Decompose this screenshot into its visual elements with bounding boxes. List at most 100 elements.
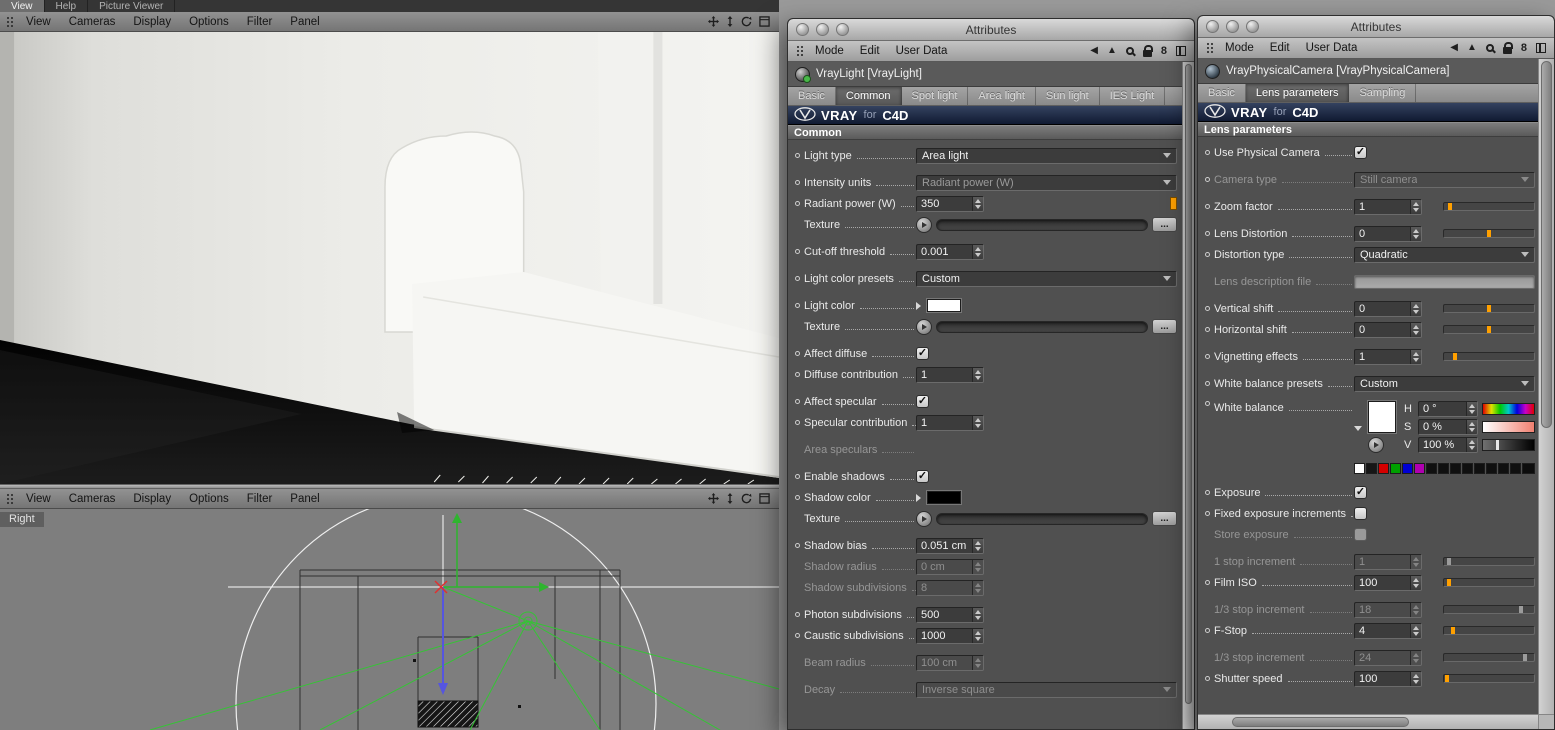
drag-handle-icon[interactable] [1206, 42, 1214, 54]
keyframe-dot[interactable] [1205, 204, 1210, 209]
dropdown-intensity-units[interactable]: Radiant power (W) [916, 174, 1177, 191]
slider-horizontal-shift[interactable] [1443, 325, 1535, 334]
checkbox-exposure[interactable]: ✓ [1354, 486, 1367, 499]
checkbox-store-exposure[interactable] [1354, 528, 1367, 541]
slider-collapsed-handle[interactable] [1170, 197, 1177, 210]
gradient-grad-h[interactable] [1482, 403, 1535, 415]
layout-tab-view[interactable]: View [0, 0, 45, 12]
spinner-arrows-icon[interactable] [972, 655, 983, 670]
palette-swatch[interactable] [1438, 463, 1449, 474]
dropdown-white-balance-presets[interactable]: Custom [1354, 375, 1535, 392]
layout-tab-picture-viewer[interactable]: Picture Viewer [88, 0, 176, 12]
field-shadow-bias[interactable]: 0.051 cm [916, 537, 984, 554]
white-balance-swatch[interactable] [1368, 401, 1396, 433]
zoom-button[interactable] [1246, 20, 1259, 33]
palette-swatch[interactable] [1390, 463, 1401, 474]
toggle-view-icon[interactable] [759, 16, 770, 27]
spinner-arrows-icon[interactable] [1466, 402, 1477, 416]
slider-vertical-shift[interactable] [1443, 304, 1535, 313]
pan-icon[interactable] [708, 16, 719, 27]
keyframe-dot[interactable] [1205, 231, 1210, 236]
field-radiant-power-w[interactable]: 350 [916, 195, 984, 212]
texture-field[interactable] [936, 320, 1148, 333]
lock-icon[interactable] [1502, 41, 1513, 54]
object-row[interactable]: VrayPhysicalCamera [VrayPhysicalCamera] [1198, 59, 1554, 84]
spinner-arrows-icon[interactable] [972, 244, 983, 259]
field-caustic-subdivisions[interactable]: 1000 [916, 627, 984, 644]
search-icon[interactable] [1125, 47, 1134, 55]
dropdown-decay[interactable]: Inverse square [916, 681, 1177, 698]
keyframe-dot[interactable] [795, 153, 800, 158]
slider-shutter-speed[interactable] [1443, 674, 1535, 683]
field-photon-subdivisions[interactable]: 500 [916, 606, 984, 623]
slider-handle[interactable] [1487, 326, 1491, 333]
texture-button[interactable] [916, 510, 932, 527]
palette-swatch[interactable] [1414, 463, 1425, 474]
spinner-arrows-icon[interactable] [972, 559, 983, 574]
browse-button[interactable]: ... [1152, 511, 1177, 526]
field-lens-distortion[interactable]: 0 [1354, 225, 1422, 242]
spinner-arrows-icon[interactable] [1410, 226, 1421, 241]
palette-swatch[interactable] [1426, 463, 1437, 474]
layout-icon[interactable] [1536, 43, 1546, 53]
back-icon[interactable]: ◀ [1450, 43, 1458, 53]
tab-spot-light[interactable]: Spot light [902, 87, 969, 105]
dropdown-camera-type[interactable]: Still camera [1354, 171, 1535, 188]
field-f-stop[interactable]: 4 [1354, 622, 1422, 639]
palette-swatch[interactable] [1474, 463, 1485, 474]
texture-field[interactable] [936, 218, 1148, 231]
spinner-arrows-icon[interactable] [1410, 602, 1421, 617]
scrollbar-vertical[interactable] [1182, 62, 1194, 729]
scrollbar-thumb[interactable] [1185, 64, 1192, 705]
field-horizontal-shift[interactable]: 0 [1354, 321, 1422, 338]
field-diffuse-contribution[interactable]: 1 [916, 366, 984, 383]
slider-handle[interactable] [1523, 654, 1527, 661]
keyframe-dot[interactable] [1205, 306, 1210, 311]
dropdown-light-type[interactable]: Area light [916, 147, 1177, 164]
texture-button[interactable] [1368, 437, 1384, 453]
tab-sun-light[interactable]: Sun light [1036, 87, 1100, 105]
pointer-icon[interactable]: ▲ [1107, 46, 1117, 56]
browse-button[interactable]: ... [1152, 217, 1177, 232]
slider-zoom-factor[interactable] [1443, 202, 1535, 211]
browse-button[interactable]: ... [1152, 319, 1177, 334]
zoom-button[interactable] [836, 23, 849, 36]
pointer-icon[interactable]: ▲ [1467, 43, 1477, 53]
spinner-arrows-icon[interactable] [972, 580, 983, 595]
keyframe-dot[interactable] [1205, 401, 1210, 406]
field-shadow-radius[interactable]: 0 cm [916, 558, 984, 575]
field-wb-v[interactable]: 100 % [1418, 437, 1478, 453]
object-row[interactable]: VrayLight [VrayLight] [788, 62, 1194, 87]
keyframe-dot[interactable] [795, 420, 800, 425]
slider-handle[interactable] [1452, 353, 1457, 360]
spinner-arrows-icon[interactable] [972, 628, 983, 643]
palette-swatch[interactable] [1450, 463, 1461, 474]
checkbox-affect-specular[interactable]: ✓ [916, 395, 929, 408]
scrollbar-thumb[interactable] [1541, 61, 1552, 428]
link-icon[interactable]: 8 [1161, 45, 1167, 57]
gradient-grad-v[interactable] [1482, 439, 1535, 451]
field-1-3-stop-increment[interactable]: 24 [1354, 649, 1422, 666]
scrollbar-thumb[interactable] [1232, 717, 1409, 727]
spinner-arrows-icon[interactable] [972, 538, 983, 553]
keyframe-dot[interactable] [1205, 252, 1210, 257]
keyframe-dot[interactable] [795, 201, 800, 206]
spinner-arrows-icon[interactable] [972, 196, 983, 211]
field-shadow-subdivisions[interactable]: 8 [916, 579, 984, 596]
palette-swatch[interactable] [1462, 463, 1473, 474]
checkbox-affect-diffuse[interactable]: ✓ [916, 347, 929, 360]
link-icon[interactable]: 8 [1521, 42, 1527, 54]
color-swatch-shadow-color[interactable] [927, 491, 961, 504]
spinner-arrows-icon[interactable] [1410, 671, 1421, 686]
palette-swatch[interactable] [1378, 463, 1389, 474]
palette-swatch[interactable] [1354, 463, 1365, 474]
slider-handle[interactable] [1447, 558, 1452, 565]
keyframe-dot[interactable] [795, 276, 800, 281]
close-button[interactable] [796, 23, 809, 36]
palette-swatch[interactable] [1510, 463, 1521, 474]
field-zoom-factor[interactable]: 1 [1354, 198, 1422, 215]
field-wb-h[interactable]: 0 ° [1418, 401, 1478, 417]
keyframe-dot[interactable] [795, 612, 800, 617]
expand-icon[interactable] [1354, 425, 1362, 431]
spinner-arrows-icon[interactable] [972, 415, 983, 430]
